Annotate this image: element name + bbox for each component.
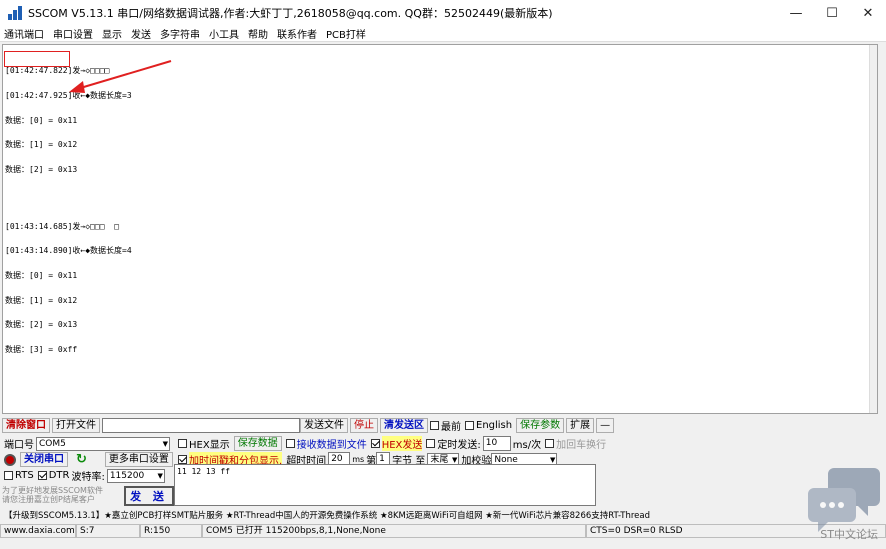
menu-comm-port[interactable]: 通讯端口: [4, 26, 44, 41]
maximize-button[interactable]: ☐: [814, 0, 850, 26]
receive-scrollbar[interactable]: [869, 45, 877, 413]
receive-line: 数据：[2] = 0x13: [5, 164, 78, 174]
timestamp-highlight-box: [4, 51, 70, 67]
topmost-checkbox[interactable]: [430, 421, 439, 430]
forum-watermark: ST中文论坛: [820, 528, 878, 541]
menu-send[interactable]: 发送: [131, 26, 151, 41]
send-button[interactable]: 发 送: [124, 486, 174, 506]
receive-line: [01:43:14.685]发→◇□□□ □: [5, 221, 119, 231]
menu-multi-string[interactable]: 多字符串: [160, 26, 200, 41]
timed-unit-label: ms/次: [512, 440, 542, 451]
hex-send-checkbox[interactable]: [370, 439, 380, 448]
menu-contact[interactable]: 联系作者: [277, 26, 317, 41]
baud-select[interactable]: 115200: [106, 468, 165, 483]
save-params-button[interactable]: 保存参数: [516, 418, 565, 433]
recv-to-file-label: 接收数据到文件: [296, 440, 367, 451]
news-ticker[interactable]: 【升级到SSCOM5.13.1】★嘉立创PCB打样SMT贴片服务 ★RT-Thr…: [0, 510, 886, 523]
timed-send-label: 定时发送:: [437, 440, 481, 451]
timeout-unit-label: ms: [352, 455, 365, 464]
send-file-button[interactable]: 发送文件: [300, 418, 348, 433]
receive-line: 数据：[1] = 0x12: [5, 140, 78, 150]
receive-area[interactable]: [01:42:47.822]发→◇□□□□ [01:42:47.925]收←◆数…: [2, 44, 878, 414]
status-port-state: COM5 已打开 115200bps,8,1,None,None: [202, 524, 586, 538]
more-serial-settings-button[interactable]: 更多串口设置: [104, 452, 173, 467]
hex-display-label: HEX显示: [189, 440, 230, 451]
refresh-icon[interactable]: ↻: [76, 452, 87, 467]
receive-line: [01:43:14.890]收←◆数据长度=4: [5, 246, 132, 256]
menu-bar: 通讯端口 串口设置 显示 发送 多字符串 小工具 帮助 联系作者 PCB打样: [0, 26, 886, 42]
english-checkbox[interactable]: [465, 421, 474, 430]
file-path-input[interactable]: [102, 418, 300, 433]
clear-send-button[interactable]: 清发送区: [380, 418, 428, 433]
title-bar: SSCOM V5.13.1 串口/网络数据调试器,作者:大虾丁丁,2618058…: [0, 0, 886, 26]
collapse-button[interactable]: —: [596, 418, 615, 433]
port-select[interactable]: COM5: [36, 436, 170, 451]
register-promo-text[interactable]: 为了更好地发展SSCOM软件 请您注册嘉立创P结尾客户: [2, 486, 122, 504]
send-text: 11 12 13 ff: [177, 467, 230, 476]
menu-serial-settings[interactable]: 串口设置: [53, 26, 93, 41]
close-port-button[interactable]: 关闭串口: [20, 452, 68, 467]
receive-line: 数据：[0] = 0x11: [5, 115, 78, 125]
status-bar: www.daxia.com S:7 R:150 COM5 已打开 115200b…: [0, 524, 886, 538]
recv-to-file-checkbox[interactable]: [285, 439, 295, 448]
menu-display[interactable]: 显示: [102, 26, 122, 41]
rts-checkbox[interactable]: [4, 471, 13, 480]
port-status-icon: [4, 453, 16, 466]
hex-send-label: HEX发送: [381, 436, 423, 451]
sscom-window: SSCOM V5.13.1 串口/网络数据调试器,作者:大虾丁丁,2618058…: [0, 0, 886, 549]
promo-line: 为了更好地发展SSCOM软件 请您注册嘉立创P结尾客户: [2, 486, 103, 504]
receive-line: 数据：[1] = 0x12: [5, 295, 78, 305]
baud-label: 波特率:: [71, 472, 105, 483]
minimize-button[interactable]: —: [778, 0, 814, 26]
menu-tools[interactable]: 小工具: [209, 26, 239, 41]
add-crlf-label: 加回车换行: [556, 440, 607, 451]
timed-interval-input[interactable]: 10: [482, 436, 511, 451]
status-sent-count: S:7: [76, 524, 140, 538]
close-button[interactable]: ✕: [850, 0, 886, 26]
status-recv-count: R:150: [140, 524, 202, 538]
annotation-arrow-icon: [69, 60, 172, 93]
menu-pcb[interactable]: PCB打样: [326, 26, 366, 41]
open-file-button[interactable]: 打开文件: [52, 418, 100, 433]
hex-display-checkbox[interactable]: [178, 439, 187, 448]
port-label: 端口号: [4, 440, 34, 451]
stop-button[interactable]: 停止: [350, 418, 378, 433]
timestamp-checkbox[interactable]: [178, 455, 187, 464]
clear-window-button[interactable]: 清除窗口: [2, 418, 50, 433]
receive-line: 数据：[0] = 0x11: [5, 270, 78, 280]
add-crlf-checkbox[interactable]: [545, 439, 555, 448]
send-input[interactable]: 11 12 13 ff: [174, 464, 596, 506]
save-data-button[interactable]: 保存数据: [233, 436, 282, 451]
english-label: English: [476, 420, 513, 431]
main-toolbar: 清除窗口 打开文件 发送文件 停止 清发送区 最前 English 保存参数 扩…: [2, 417, 878, 434]
topmost-label: 最前: [441, 422, 461, 433]
dtr-checkbox[interactable]: [37, 471, 47, 480]
window-title: SSCOM V5.13.1 串口/网络数据调试器,作者:大虾丁丁,2618058…: [28, 7, 553, 20]
sscom-app-icon: [8, 6, 22, 20]
receive-line: 数据：[2] = 0x13: [5, 320, 78, 330]
status-site-link[interactable]: www.daxia.com: [0, 524, 76, 538]
expand-button[interactable]: 扩展: [566, 418, 595, 433]
dtr-label: DTR: [48, 470, 70, 481]
timed-send-checkbox[interactable]: [426, 439, 436, 448]
receive-line: 数据：[3] = 0xff: [5, 344, 78, 354]
menu-help[interactable]: 帮助: [248, 26, 268, 41]
rts-label: RTS: [15, 470, 34, 481]
